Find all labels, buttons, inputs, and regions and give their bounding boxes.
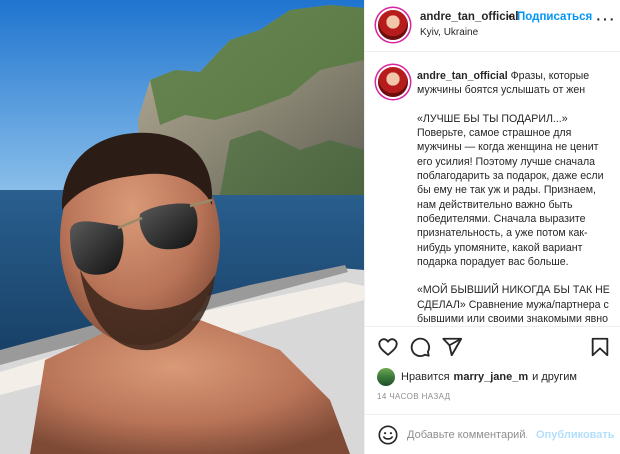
comment-icon[interactable] <box>409 336 431 358</box>
likes-prefix: Нравится <box>401 371 450 383</box>
likes-suffix[interactable]: и другим <box>532 371 577 383</box>
heart-icon[interactable] <box>377 336 399 358</box>
comment-input[interactable] <box>407 425 527 445</box>
action-bar <box>365 326 620 366</box>
smiley-icon[interactable] <box>377 424 399 446</box>
bookmark-icon[interactable] <box>589 336 611 358</box>
post-header: andre_tan_official • Подписаться Kyiv, U… <box>365 0 620 52</box>
caption-paragraph-1: «ЛУЧШЕ БЫ ТЫ ПОДАРИЛ...» Поверьте, самое… <box>417 112 604 268</box>
caption-avatar[interactable] <box>378 67 408 97</box>
caption-text: andre_tan_official Фразы, которые мужчин… <box>417 69 615 325</box>
selfie-illustration <box>0 0 364 454</box>
comment-bar: Опубликовать <box>365 414 620 454</box>
post-location[interactable]: Kyiv, Ukraine <box>420 27 478 38</box>
caption-username[interactable]: andre_tan_official <box>417 70 508 82</box>
follow-button[interactable]: Подписаться <box>517 11 592 23</box>
post-photo[interactable] <box>0 0 364 454</box>
post-sidebar: andre_tan_official • Подписаться Kyiv, U… <box>364 0 620 454</box>
caption-area: andre_tan_official Фразы, которые мужчин… <box>365 53 620 325</box>
instagram-post: andre_tan_official • Подписаться Kyiv, U… <box>0 0 620 454</box>
author-avatar[interactable] <box>378 10 408 40</box>
liker-username[interactable]: marry_jane_m <box>454 371 529 383</box>
publish-button[interactable]: Опубликовать <box>536 429 615 441</box>
post-timestamp[interactable]: 14 ЧАСОВ НАЗАД <box>377 392 450 401</box>
caption-paragraph-2: «МОЙ БЫВШИЙ НИКОГДА БЫ ТАК НЕ СДЕЛАЛ» Ср… <box>417 284 610 325</box>
author-username[interactable]: andre_tan_official <box>420 11 518 23</box>
liker-avatar[interactable] <box>377 368 395 386</box>
paper-plane-icon[interactable] <box>441 336 463 358</box>
more-horizontal-icon[interactable]: ··· <box>595 8 615 31</box>
likes-line: Нравится marry_jane_m и другим <box>377 367 577 387</box>
separator-dot: • <box>508 11 512 23</box>
